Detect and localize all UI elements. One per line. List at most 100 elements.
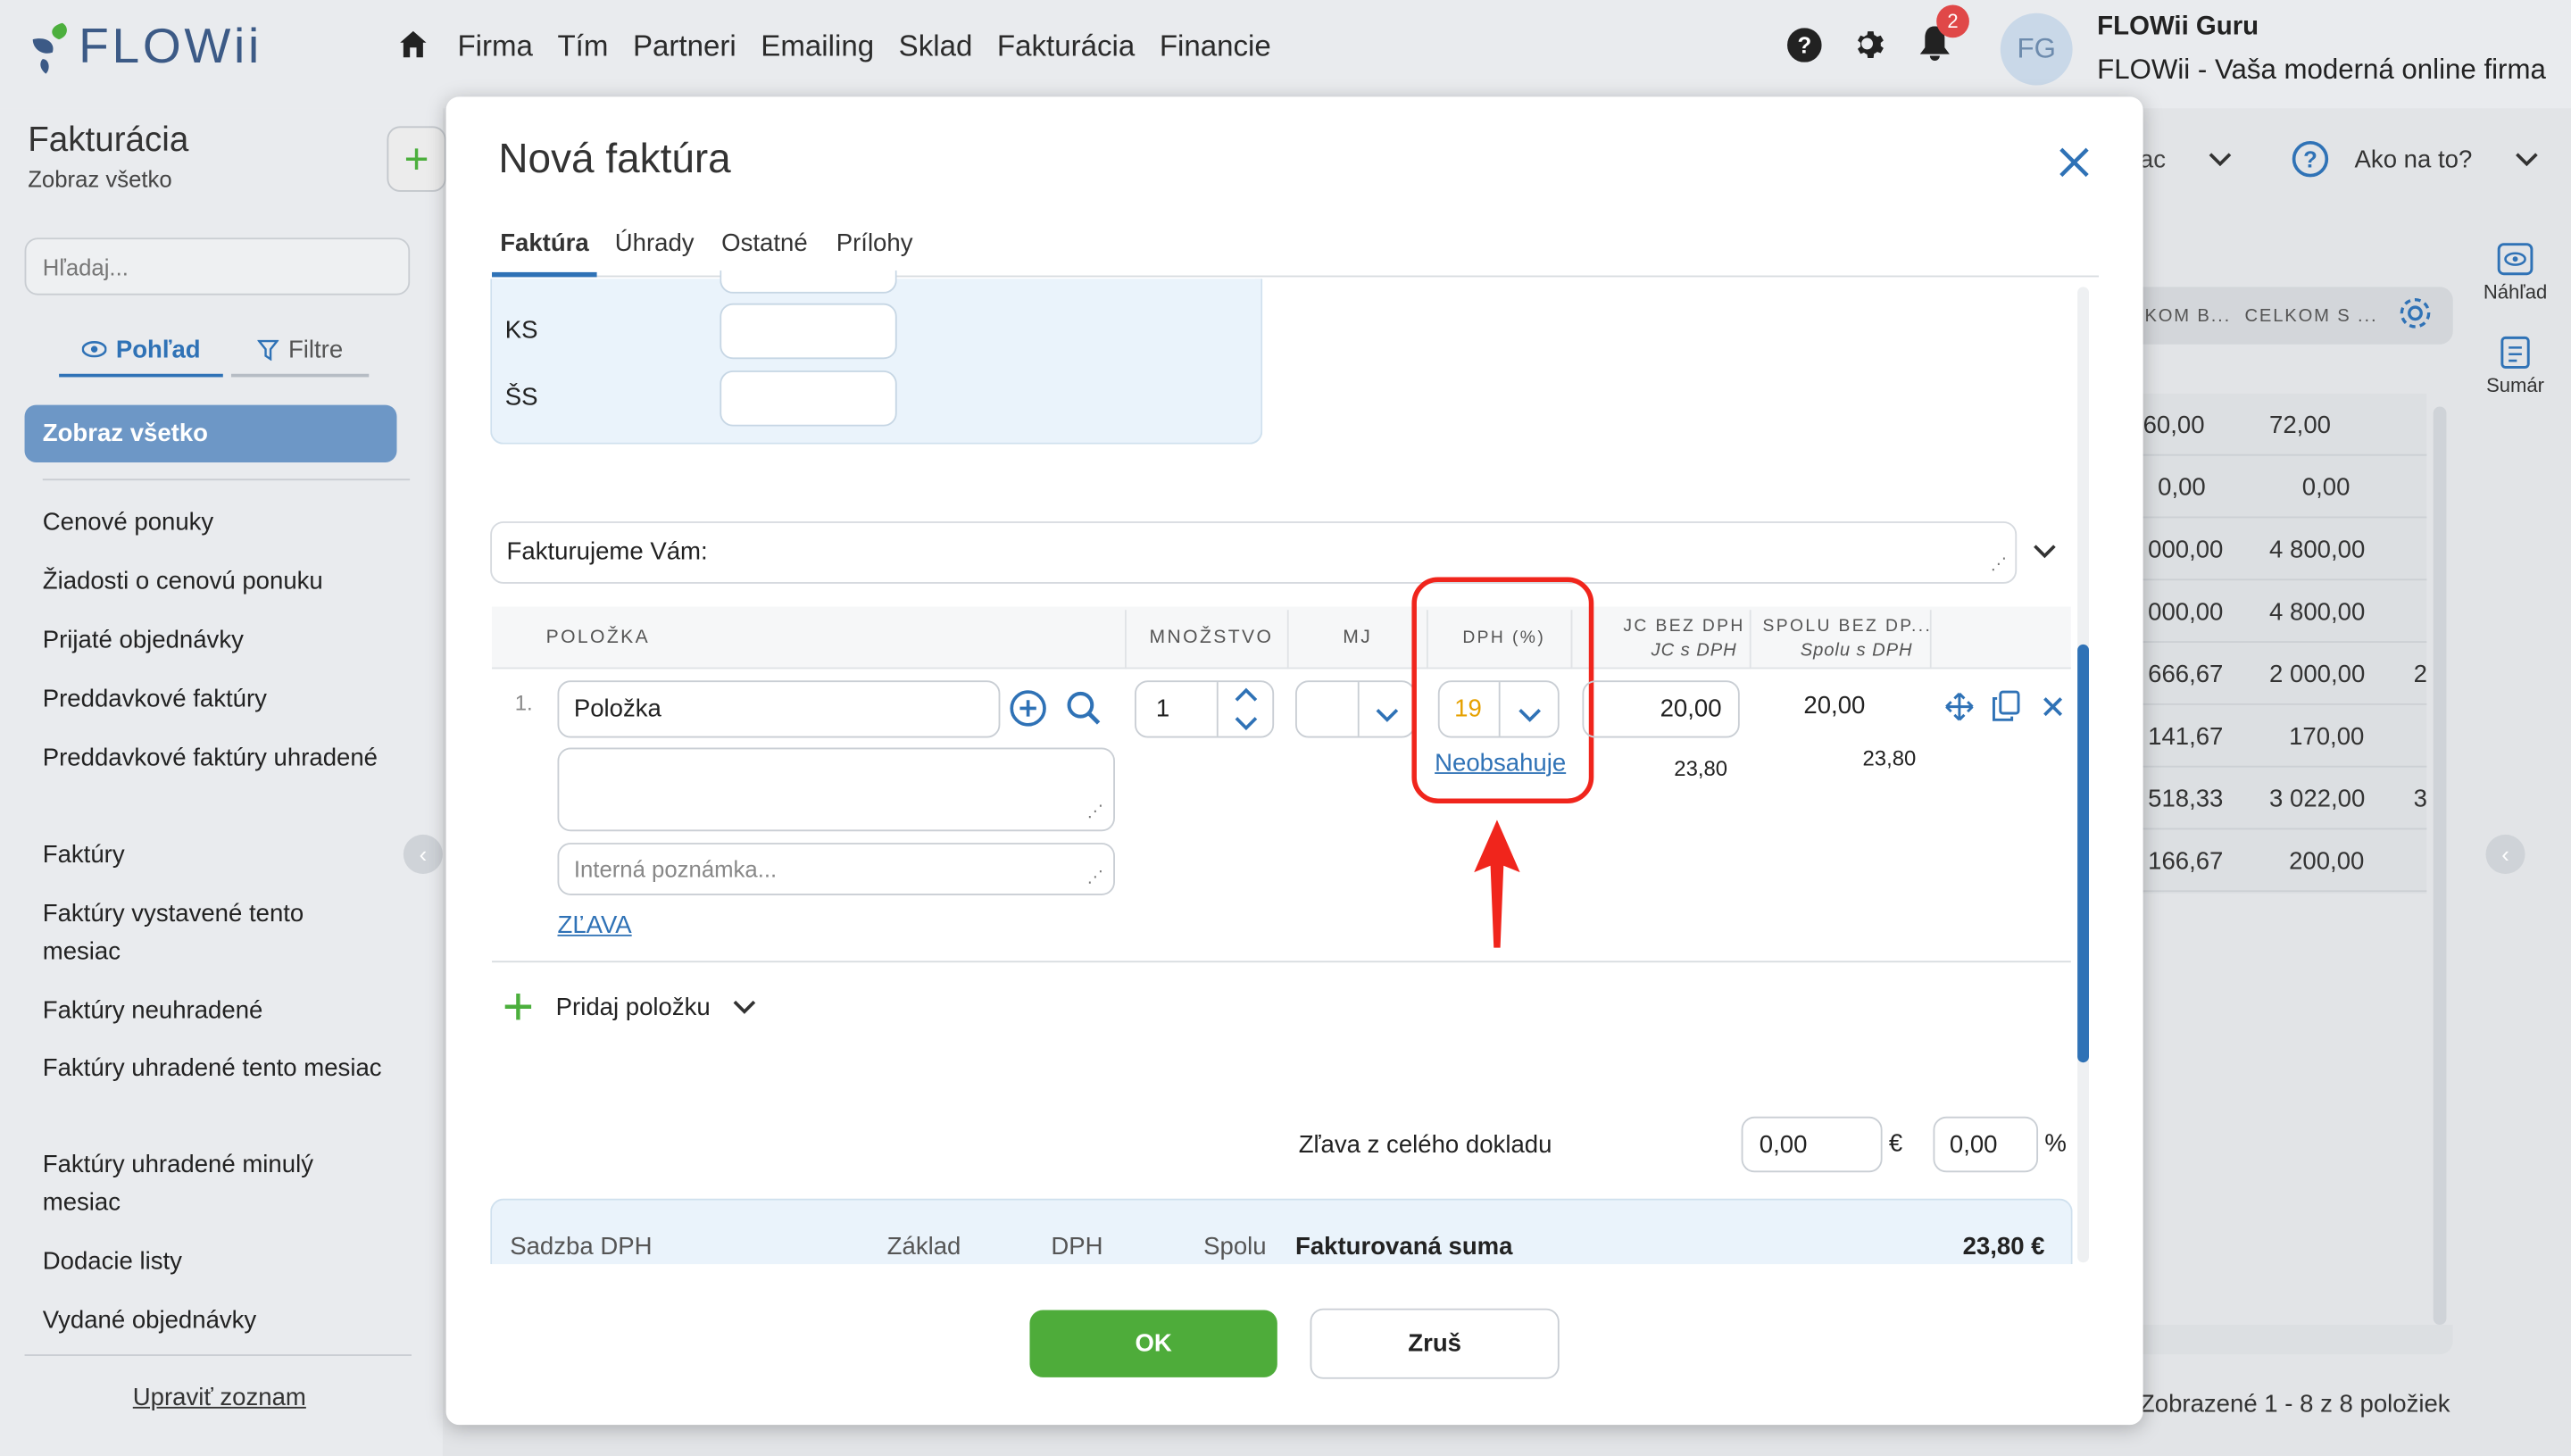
quantity-spinner[interactable]	[1216, 682, 1272, 736]
list-footer-count: Zobrazené 1 - 8 z 8 položiek	[2139, 1390, 2450, 1419]
modal-title: Nová faktúra	[498, 136, 731, 182]
flowii-logo[interactable]: FLOWii	[26, 20, 262, 75]
preview-eye-icon	[2497, 243, 2534, 276]
sidebar-item-received-orders[interactable]: Prijaté objednávky	[43, 621, 387, 659]
close-icon[interactable]	[2056, 145, 2092, 189]
unit-price-with-vat: 23,80	[1674, 755, 1728, 781]
delete-row-icon[interactable]	[2042, 695, 2065, 727]
column-header[interactable]: KOM B...	[2144, 306, 2231, 326]
resize-handle-icon[interactable]: ⋰	[1087, 869, 1103, 886]
row-divider	[492, 961, 2071, 963]
tab-filter[interactable]: Filtre	[230, 325, 370, 378]
table-row[interactable]: 000,00 4 800,00	[2131, 518, 2427, 581]
add-document-button[interactable]: +	[387, 126, 446, 192]
chevron-down-icon[interactable]	[2034, 537, 2057, 567]
home-icon[interactable]	[398, 29, 428, 67]
edit-list-link[interactable]: Upraviť zoznam	[133, 1384, 306, 1411]
nav-item-sklad[interactable]: Sklad	[899, 29, 973, 64]
column-header[interactable]: CELKOM S ...	[2244, 306, 2377, 326]
sidebar-divider-bottom	[24, 1354, 412, 1356]
sidebar-item-delivery-notes[interactable]: Dodacie listy	[43, 1243, 387, 1280]
table-row[interactable]: 666,67 2 000,00 2	[2131, 643, 2427, 705]
add-item-button[interactable]: Pridaj položku	[503, 992, 756, 1021]
chevron-down-icon[interactable]	[1376, 702, 1399, 731]
list-panel-bottom	[2131, 1325, 2453, 1355]
item-discount-link[interactable]: ZĽAVA	[557, 911, 631, 939]
ks-input[interactable]	[720, 303, 897, 360]
resize-handle-icon[interactable]: ⋰	[1087, 803, 1103, 821]
sidebar-item-advance-invoices[interactable]: Preddavkové faktúry	[43, 680, 387, 718]
nav-item-tim[interactable]: Tím	[557, 29, 608, 64]
sidebar-item-invoices-paid-this-month[interactable]: Faktúry uhradené tento mesiac	[43, 1049, 387, 1086]
how-to-label: Ako na to?	[2354, 146, 2473, 174]
item-name-input[interactable]: Položka	[557, 680, 1001, 738]
unit-price-input[interactable]: 20,00	[1582, 680, 1740, 738]
sidebar-item-invoices-unpaid[interactable]: Faktúry neuhradené	[43, 992, 387, 1029]
help-icon[interactable]: ?	[1787, 28, 1822, 71]
nav-item-partneri[interactable]: Partneri	[633, 29, 736, 64]
internal-note-textarea[interactable]: Interná poznámka...	[557, 843, 1115, 895]
cancel-button[interactable]: Zruš	[1310, 1308, 1560, 1379]
tab-attachments[interactable]: Prílohy	[836, 229, 913, 257]
settings-gear-icon[interactable]	[1853, 28, 1888, 71]
sidebar-item-invoices-paid-last-month[interactable]: Faktúry uhradené minulý mesiac	[43, 1146, 387, 1221]
resize-handle-icon[interactable]: ⋰	[1991, 556, 2007, 574]
preview-button[interactable]: Náhľad	[2481, 243, 2550, 304]
euro-symbol: €	[1888, 1129, 1903, 1158]
sidebar-item-show-all[interactable]: Zobraz všetko	[24, 404, 397, 462]
table-row[interactable]: 518,33 3 022,00 3	[2131, 768, 2427, 830]
column-settings-gear-icon[interactable]	[2397, 295, 2433, 340]
nav-item-financie[interactable]: Financie	[1160, 29, 1271, 64]
document-discount-percent-input[interactable]: 0,00	[1933, 1116, 2039, 1173]
expand-panel-icon[interactable]: ‹	[2485, 834, 2525, 874]
tab-view[interactable]: Pohľad	[59, 325, 223, 378]
how-to-dropdown[interactable]: Ako na to?	[2354, 146, 2539, 174]
chevron-down-icon	[2209, 153, 2232, 167]
ss-input[interactable]	[720, 370, 897, 427]
row-total-with-vat: 23,80	[1862, 745, 1917, 771]
nav-item-emailing[interactable]: Emailing	[761, 29, 874, 64]
period-select[interactable]: ac	[2140, 146, 2232, 174]
table-row[interactable]: 0,00 0,00	[2131, 456, 2427, 519]
sidebar-item-issued-orders[interactable]: Vydané objednávky	[43, 1302, 387, 1339]
sidebar-item-quote-requests[interactable]: Žiadosti o cenovú ponuku	[43, 562, 387, 600]
sidebar-divider	[42, 478, 411, 481]
tab-other[interactable]: Ostatné	[721, 229, 807, 257]
active-tab-indicator	[492, 271, 597, 278]
column-header-total: SPOLU BEZ DP...	[1762, 616, 1933, 636]
logo-text: FLOWii	[79, 20, 262, 74]
sidebar-search-input[interactable]: Hľadaj...	[24, 237, 411, 295]
ok-button[interactable]: OK	[1029, 1310, 1277, 1377]
row-number: 1.	[514, 690, 533, 715]
document-discount-eur-input[interactable]: 0,00	[1741, 1116, 1883, 1173]
table-row[interactable]: 60,00 72,00	[2131, 394, 2427, 456]
tab-invoice[interactable]: Faktúra	[500, 229, 589, 257]
modal-scrollbar-thumb[interactable]	[2077, 644, 2089, 1063]
add-item-label: Pridaj položku	[555, 993, 711, 1021]
ss-label: ŠS	[504, 383, 538, 412]
table-row[interactable]: 000,00 4 800,00	[2131, 580, 2427, 643]
tab-payments[interactable]: Úhrady	[615, 229, 695, 257]
list-scrollbar[interactable]	[2433, 406, 2447, 1326]
table-row[interactable]: 166,67 200,00	[2131, 829, 2427, 893]
move-icon[interactable]	[1944, 692, 1974, 729]
summary-button[interactable]: Sumár	[2481, 336, 2550, 396]
nav-item-fakturacia[interactable]: Fakturácia	[997, 29, 1135, 64]
copy-icon[interactable]	[1992, 690, 2020, 729]
invoice-intro-textarea[interactable]: Fakturujeme Vám:	[490, 521, 2018, 584]
item-description-textarea[interactable]	[557, 747, 1115, 832]
search-icon[interactable]	[1066, 690, 1102, 735]
sidebar-item-invoices[interactable]: Faktúry	[43, 836, 387, 874]
sidebar-item-advance-invoices-paid[interactable]: Preddavkové faktúry uhradené	[43, 739, 387, 777]
column-header-unit-price: JC BEZ DPH	[1623, 616, 1745, 636]
avatar[interactable]: FG	[2000, 12, 2073, 86]
partial-field[interactable]	[720, 270, 897, 294]
sidebar-item-invoices-this-month[interactable]: Faktúry vystavené tento mesiac	[43, 895, 387, 970]
add-circle-icon[interactable]	[1009, 688, 1048, 736]
nav-item-firma[interactable]: Firma	[457, 29, 532, 64]
table-row[interactable]: 141,67 170,00	[2131, 705, 2427, 768]
collapse-sidebar-icon[interactable]: ‹	[403, 834, 443, 874]
sidebar-item-quotes[interactable]: Cenové ponuky	[43, 503, 387, 541]
how-to-help-icon[interactable]: ?	[2292, 140, 2329, 178]
column-divider	[1124, 610, 1127, 670]
